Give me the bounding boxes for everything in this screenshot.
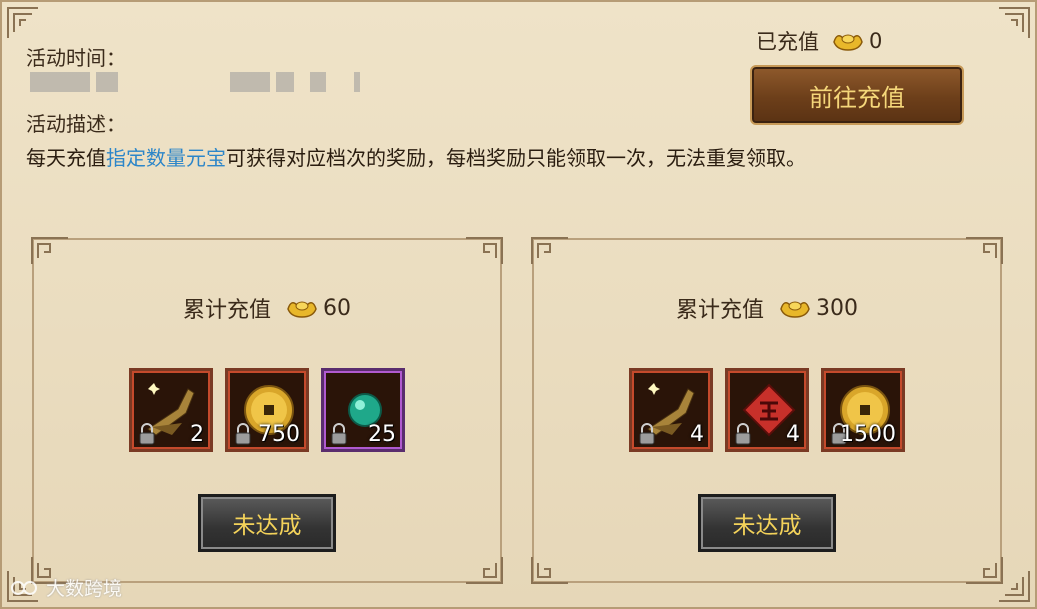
- lock-icon: [331, 423, 347, 445]
- activity-time-value-redacted: [30, 72, 118, 96]
- tier-requirement: 累计充值 300: [534, 292, 1000, 324]
- panel-corner-ornament: [964, 555, 1004, 585]
- reward-tier-panel: 累计充值 300 4 4 1500 未达成: [530, 236, 1004, 585]
- item-quantity: 750: [258, 422, 300, 447]
- corner-ornament: [6, 6, 40, 40]
- panel-corner-ornament: [464, 555, 504, 585]
- reward-item-list: 4 4 1500: [534, 368, 1000, 452]
- recharge-event-page: 活动时间： 活动描述： 每天充值指定数量元宝可获得对应档次的奖励，每档奖励只能领…: [0, 0, 1037, 609]
- desc-suffix: 可获得对应档次的奖励，每档奖励只能领取一次，无法重复领取。: [226, 146, 806, 170]
- reward-item-slot[interactable]: 25: [321, 368, 405, 452]
- recharged-amount: 已充值 0: [756, 26, 882, 56]
- lock-icon: [235, 423, 251, 445]
- item-quantity: 25: [368, 422, 396, 447]
- activity-time-value-redacted: [230, 72, 360, 96]
- item-quantity: 2: [190, 422, 204, 447]
- lock-icon: [639, 423, 655, 445]
- reward-item-slot[interactable]: 750: [225, 368, 309, 452]
- item-quantity: 4: [786, 422, 800, 447]
- tier-requirement-label: 累计充值: [675, 298, 764, 323]
- reward-item-slot[interactable]: 1500: [821, 368, 905, 452]
- gold-ingot-icon: [780, 301, 810, 318]
- gold-ingot-icon: [287, 301, 317, 318]
- watermark-text: 大数跨境: [46, 578, 123, 600]
- tier-requirement-label: 累计充值: [182, 298, 271, 323]
- lock-icon: [735, 423, 751, 445]
- watermark: 大数跨境: [10, 574, 122, 601]
- watermark-logo-icon: [11, 580, 37, 595]
- activity-description: 每天充值指定数量元宝可获得对应档次的奖励，每档奖励只能领取一次，无法重复领取。: [26, 142, 806, 171]
- reward-tier-panel: 累计充值 60 2 750 25 未达成: [30, 236, 504, 585]
- panel-corner-ornament: [30, 236, 70, 266]
- go-recharge-button[interactable]: 前往充值: [750, 65, 964, 125]
- tier-requirement-amount: 300: [816, 295, 858, 321]
- recharged-value: 0: [869, 29, 883, 53]
- tier-requirement-amount: 60: [323, 295, 351, 321]
- reward-item-slot[interactable]: 2: [129, 368, 213, 452]
- tier-requirement: 累计充值 60: [34, 292, 500, 324]
- reward-item-list: 2 750 25: [34, 368, 500, 452]
- panel-corner-ornament: [530, 236, 570, 266]
- gold-ingot-icon: [833, 34, 863, 51]
- lock-icon: [139, 423, 155, 445]
- reward-item-slot[interactable]: 4: [725, 368, 809, 452]
- claim-button-not-reached[interactable]: 未达成: [698, 494, 836, 552]
- recharged-label: 已充值: [756, 30, 819, 54]
- claim-button-not-reached[interactable]: 未达成: [198, 494, 336, 552]
- corner-ornament: [997, 6, 1031, 40]
- panel-corner-ornament: [530, 555, 570, 585]
- panel-corner-ornament: [964, 236, 1004, 266]
- reward-item-slot[interactable]: 4: [629, 368, 713, 452]
- desc-prefix: 每天充值: [26, 146, 106, 170]
- activity-time-label: 活动时间：: [26, 46, 126, 70]
- item-quantity: 4: [690, 422, 704, 447]
- activity-desc-label: 活动描述：: [26, 112, 126, 136]
- item-quantity: 1500: [840, 422, 896, 447]
- panel-corner-ornament: [464, 236, 504, 266]
- desc-highlight: 指定数量元宝: [106, 146, 226, 170]
